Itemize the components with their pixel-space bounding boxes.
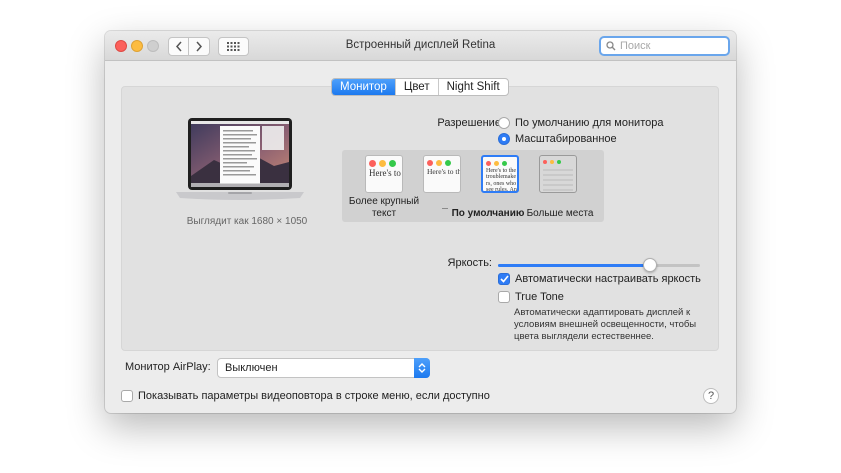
true-tone-option[interactable]: True Tone xyxy=(498,291,564,303)
brightness-slider-fill xyxy=(498,264,650,267)
scale-option-medium[interactable]: Here's to the troublemakers, ones who se… xyxy=(423,155,461,193)
airplay-label: Монитор AirPlay: xyxy=(125,361,211,373)
display-settings-panel: Выглядит как 1680 × 1050 Разрешение: По … xyxy=(121,86,719,351)
auto-brightness-option[interactable]: Автоматически настраивать яркость xyxy=(498,273,701,285)
thumb-sample-text: Here's to the troublemakers, ones who se… xyxy=(427,167,461,176)
scale-label-more-space: Больше места xyxy=(526,208,594,219)
brightness-label: Яркость: xyxy=(447,257,492,269)
airplay-select-value: Выключен xyxy=(225,362,278,374)
auto-brightness-checkbox[interactable] xyxy=(498,273,510,285)
resolution-scaled-option[interactable]: Масштабированное xyxy=(498,133,617,145)
scale-options-group: Here's to the troublemakers, ones who se… xyxy=(342,150,604,222)
scale-option-more-space[interactable] xyxy=(539,155,577,193)
true-tone-description: Автоматически адаптировать дисплей к усл… xyxy=(514,307,697,342)
updown-arrows-icon xyxy=(414,358,430,378)
checkmark-icon xyxy=(499,275,509,283)
help-button[interactable]: ? xyxy=(703,388,719,404)
radio-label: Масштабированное xyxy=(515,133,617,145)
search-icon xyxy=(606,41,616,51)
airplay-select[interactable]: Выключен xyxy=(217,358,430,378)
radio-button[interactable] xyxy=(498,117,510,129)
title-bar: Встроенный дисплей Retina xyxy=(105,31,736,61)
scale-option-default[interactable]: Here's to the troublemakers, ones who se… xyxy=(481,155,519,193)
search-input[interactable] xyxy=(620,40,720,52)
resolution-caption: Выглядит как 1680 × 1050 xyxy=(186,216,308,227)
radio-button[interactable] xyxy=(498,133,510,145)
scale-option-larger-text[interactable]: Here's to the troublemakers, ones who se… xyxy=(365,155,403,193)
true-tone-label: True Tone xyxy=(515,291,564,303)
thumb-sample-text: Here's to the troublemakers, ones who se… xyxy=(369,168,402,178)
auto-brightness-label: Автоматически настраивать яркость xyxy=(515,273,701,285)
laptop-display-image xyxy=(176,118,304,200)
resolution-default-option[interactable]: По умолчанию для монитора xyxy=(498,117,663,129)
mirroring-label: Показывать параметры видеоповтора в стро… xyxy=(138,390,490,402)
brightness-slider[interactable] xyxy=(498,258,700,272)
mirroring-option[interactable]: Показывать параметры видеоповтора в стро… xyxy=(121,390,490,402)
scale-label-default: По умолчанию xyxy=(451,208,525,219)
search-field[interactable] xyxy=(599,36,730,56)
tab-color[interactable]: Цвет xyxy=(394,79,438,95)
thumb-sample-text: Here's to the troublemakers, ones who se… xyxy=(486,168,517,193)
tab-night-shift[interactable]: Night Shift xyxy=(437,79,508,95)
mirroring-checkbox[interactable] xyxy=(121,390,133,402)
scale-label-larger-text: Более крупный текст xyxy=(348,196,420,219)
resolution-label: Разрешение: xyxy=(437,117,504,129)
tab-monitor[interactable]: Монитор xyxy=(332,79,395,95)
brightness-slider-knob[interactable] xyxy=(642,258,657,272)
radio-label: По умолчанию для монитора xyxy=(515,117,664,129)
true-tone-checkbox[interactable] xyxy=(498,291,510,303)
preferences-window: Встроенный дисплей Retina Монитор Цвет N… xyxy=(105,31,736,413)
tab-bar: Монитор Цвет Night Shift xyxy=(331,78,509,96)
